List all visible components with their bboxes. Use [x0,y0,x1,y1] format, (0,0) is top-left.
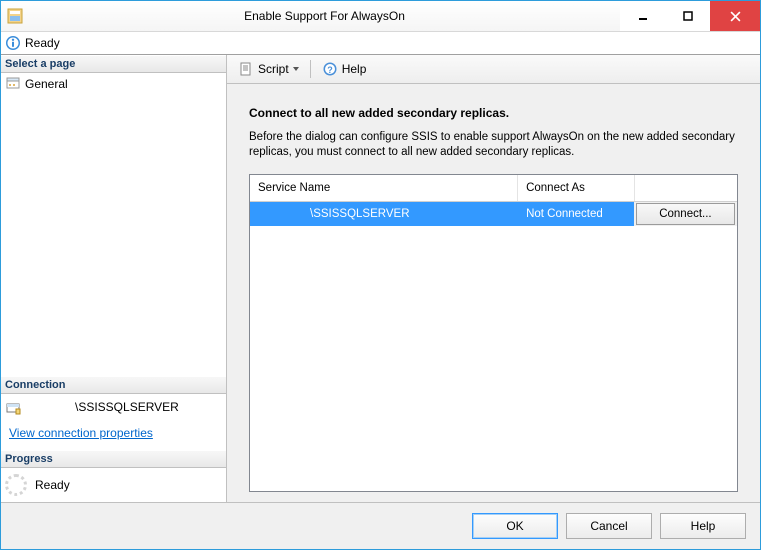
select-page-header: Select a page [1,55,226,73]
replicas-table-container: Service Name Connect As \SSISSQLSERVER N… [249,174,738,492]
sidebar: Select a page General Connection \SSISSQ… [1,55,227,502]
col-connect-as[interactable]: Connect As [518,175,635,202]
close-button[interactable] [710,1,760,31]
script-icon [238,61,254,77]
connection-header: Connection [1,376,226,394]
content-heading: Connect to all new added secondary repli… [249,106,738,120]
page-list: General [1,73,226,95]
connect-button[interactable]: Connect... [636,203,735,225]
sidebar-page-general[interactable]: General [5,75,222,93]
connection-panel: \SSISSQLSERVER View connection propertie… [1,394,226,450]
dialog-body: Select a page General Connection \SSISSQ… [1,55,760,503]
content-area: Connect to all new added secondary repli… [227,84,760,502]
titlebar: Enable Support For AlwaysOn [1,1,760,32]
help-label: Help [342,62,367,76]
ok-button[interactable]: OK [472,513,558,539]
cell-connect-as: Not Connected [518,201,635,226]
server-icon [5,400,21,416]
table-row[interactable]: \SSISSQLSERVER Not Connected Connect... [250,201,737,226]
progress-panel: Ready [1,468,226,502]
chevron-down-icon [293,67,299,71]
col-service-name[interactable]: Service Name [250,175,518,202]
status-text: Ready [25,36,60,50]
view-connection-properties-link[interactable]: View connection properties [5,416,157,446]
main-panel: Script ? Help Connect to all new added s… [227,55,760,502]
progress-header: Progress [1,450,226,468]
info-icon [5,35,21,51]
script-button[interactable]: Script [231,58,306,80]
script-label: Script [258,62,289,76]
col-action [634,175,736,202]
progress-text: Ready [35,478,70,492]
maximize-button[interactable] [665,1,710,31]
sidebar-page-label: General [25,77,68,91]
cell-action: Connect... [634,201,736,226]
help-button[interactable]: ? Help [315,58,374,80]
window-controls [620,1,760,31]
window-title: Enable Support For AlwaysOn [29,9,620,23]
status-bar: Ready [1,32,760,55]
page-icon [5,76,21,92]
dialog-footer: OK Cancel Help [1,503,760,549]
cell-service-name: \SSISSQLSERVER [250,201,518,226]
replicas-table: Service Name Connect As \SSISSQLSERVER N… [250,175,737,226]
connection-server: \SSISSQLSERVER [25,400,179,414]
content-description: Before the dialog can configure SSIS to … [249,130,738,160]
footer-help-button[interactable]: Help [660,513,746,539]
dialog-window: Enable Support For AlwaysOn Ready Select… [0,0,761,550]
cancel-button[interactable]: Cancel [566,513,652,539]
svg-text:?: ? [327,65,333,75]
help-icon: ? [322,61,338,77]
toolbar: Script ? Help [227,55,760,84]
app-icon [7,8,23,24]
toolbar-separator [310,60,311,78]
progress-spinner-icon [5,474,27,496]
minimize-button[interactable] [620,1,665,31]
